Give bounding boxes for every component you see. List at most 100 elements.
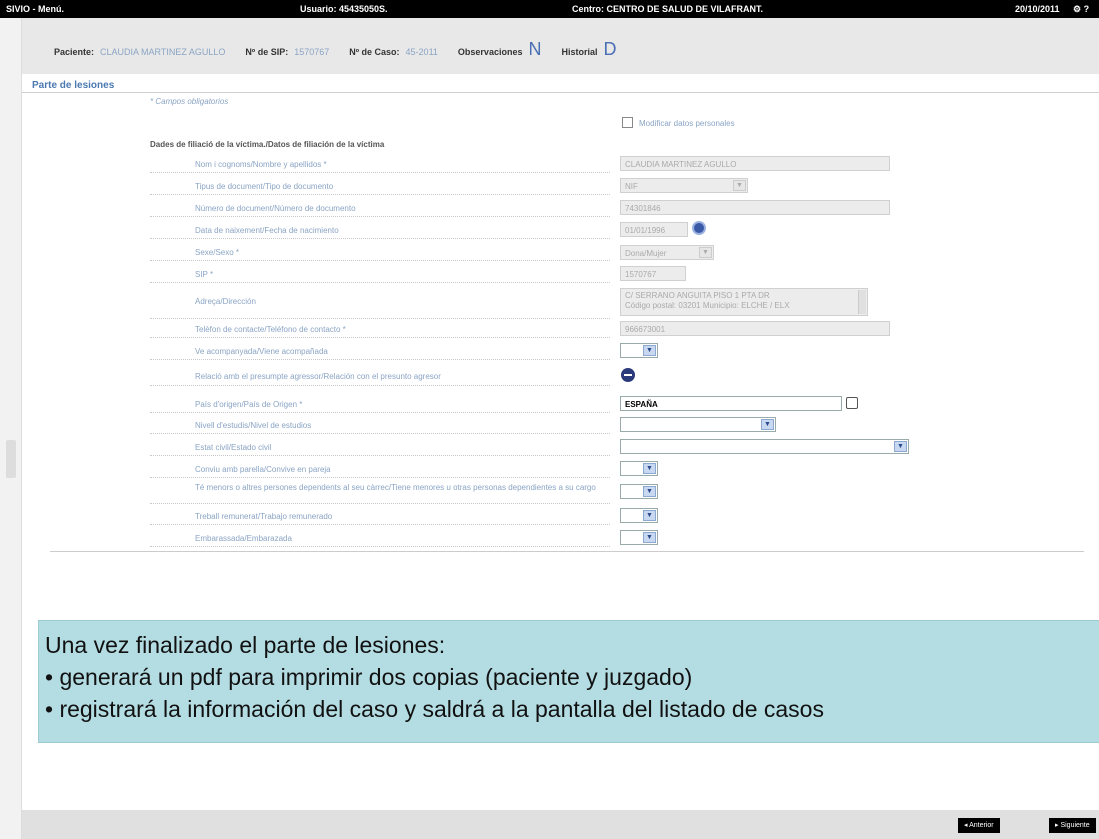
field-label: Relació amb el presumpte agressor/Relaci… — [195, 372, 441, 381]
address-line-2: Código postal: 03201 Municipio: ELCHE / … — [625, 301, 790, 310]
form-row: Tipus de document/Tipo de documento — [150, 177, 610, 195]
form-row: Nom i cognoms/Nombre y apellidos * — [150, 155, 610, 173]
callout-line: • registrará la información del caso y s… — [45, 696, 824, 722]
address-scrollbar[interactable] — [858, 290, 866, 314]
form-row: SIP * — [150, 265, 610, 283]
field-label: Treball remunerat/Trabajo remunerado — [195, 512, 333, 521]
observations-label: Observaciones — [457, 47, 523, 57]
history-icon[interactable]: D — [603, 40, 616, 58]
field-label: Nivell d'estudis/Nivel de estudios — [195, 421, 312, 430]
observations-icon[interactable]: N — [528, 40, 541, 58]
modify-personal-data-label: Modificar datos personales — [639, 119, 735, 128]
chevron-down-icon: ▼ — [761, 419, 774, 430]
form-row: Treball remunerat/Trabajo remunerado — [150, 507, 610, 525]
field-label: SIP * — [195, 270, 214, 279]
sip-value: 1570767 — [294, 47, 330, 57]
chevron-down-icon: ▼ — [643, 532, 656, 543]
patient-header: Paciente: CLAUDIA MARTINEZ AGULLO Nº de … — [22, 18, 1099, 74]
field-label: Estat civil/Estado civil — [195, 443, 272, 452]
instruction-callout: Una vez finalizado el parte de lesiones:… — [38, 620, 1099, 743]
chevron-down-icon: ▼ — [643, 345, 656, 356]
sip-label: Nº de SIP: — [245, 47, 289, 57]
lives-with-partner-select[interactable]: ▼ — [620, 461, 658, 476]
phone-field[interactable]: 966673001 — [620, 321, 890, 336]
dependents-select[interactable]: ▼ — [620, 484, 658, 499]
form-row: Estat civil/Estado civil — [150, 438, 610, 456]
name-field[interactable]: CLAUDIA MARTINEZ AGULLO — [620, 156, 890, 171]
settings-help-icons[interactable]: ⚙ ? — [1073, 4, 1089, 15]
form-row: Relació amb el presumpte agressor/Relaci… — [150, 364, 610, 386]
form-row: Ve acompanyada/Viene acompañada — [150, 342, 610, 360]
field-label: Sexe/Sexo * — [195, 248, 240, 257]
field-label: Telèfon de contacte/Teléfono de contacto… — [195, 325, 346, 334]
sex-select[interactable]: Dona/Mujer ▼ — [620, 245, 714, 260]
field-label: Embarassada/Embarazada — [195, 534, 292, 543]
required-note: * Campos obligatorios — [150, 97, 229, 106]
chevron-down-icon: ▼ — [643, 463, 656, 474]
callout-line: Una vez finalizado el parte de lesiones: — [45, 632, 446, 658]
calendar-icon[interactable] — [692, 221, 706, 235]
field-label: Té menors o altres persones dependents a… — [195, 483, 596, 492]
field-label: Número de document/Número de documento — [195, 204, 356, 213]
user-label: Usuario: 45435050S. — [300, 4, 388, 14]
patient-label: Paciente: — [54, 47, 95, 57]
field-label: Ve acompanyada/Viene acompañada — [195, 347, 328, 356]
bottom-bar: ◂ Anterior ▸ Siguiente — [22, 810, 1099, 839]
accompanied-select[interactable]: ▼ — [620, 343, 658, 358]
top-bar: SIVIO - Menú. Usuario: 45435050S. Centro… — [0, 0, 1099, 18]
section-title: Parte de lesiones — [32, 80, 115, 91]
left-border — [0, 18, 22, 839]
field-label: País d'origen/País de Origen * — [195, 400, 303, 409]
country-lookup-button[interactable] — [846, 397, 858, 409]
studies-select[interactable]: ▼ — [620, 417, 776, 432]
case-value: 45-2011 — [405, 47, 438, 57]
chevron-down-icon: ▼ — [894, 441, 907, 452]
country-field[interactable]: ESPAÑA — [620, 396, 842, 411]
field-label: Tipus de document/Tipo de documento — [195, 182, 334, 191]
form-row: País d'origen/País de Origen * — [150, 395, 610, 413]
section-divider — [22, 92, 1099, 93]
form-row: Adreça/Dirección — [150, 287, 610, 319]
sex-value: Dona/Mujer — [625, 249, 667, 258]
center-label: Centro: CENTRO DE SALUD DE VILAFRANT. — [572, 4, 763, 14]
field-label: Conviu amb parella/Convive en pareja — [195, 465, 331, 474]
field-label: Nom i cognoms/Nombre y apellidos * — [195, 160, 327, 169]
previous-button[interactable]: ◂ Anterior — [958, 818, 1000, 833]
pregnant-select[interactable]: ▼ — [620, 530, 658, 545]
patient-name: CLAUDIA MARTINEZ AGULLO — [100, 47, 226, 57]
form-row: Sexe/Sexo * — [150, 243, 610, 261]
address-field[interactable]: C/ SERRANO ANGUITA PISO 1 PTA DR Código … — [620, 288, 868, 316]
chevron-down-icon: ▼ — [699, 247, 712, 258]
menu-link[interactable]: SIVIO - Menú. — [6, 4, 64, 14]
form-row: Té menors o altres persones dependents a… — [150, 480, 610, 504]
chevron-down-icon: ▼ — [643, 510, 656, 521]
form-row: Número de document/Número de documento — [150, 199, 610, 217]
paid-work-select[interactable]: ▼ — [620, 508, 658, 523]
date-label: 20/10/2011 — [1015, 4, 1060, 14]
next-button[interactable]: ▸ Siguiente — [1049, 818, 1096, 833]
chevron-down-icon: ▼ — [733, 180, 746, 191]
chevron-down-icon: ▼ — [643, 486, 656, 497]
minus-circle-icon[interactable] — [621, 368, 635, 382]
document-type-value: NIF — [625, 182, 638, 191]
group-title: Dades de filiació de la víctima./Datos d… — [150, 140, 385, 149]
history-label: Historial — [561, 47, 598, 57]
field-label: Data de naixement/Fecha de nacimiento — [195, 226, 339, 235]
form-row: Conviu amb parella/Convive en pareja — [150, 460, 610, 478]
form-row: Embarassada/Embarazada — [150, 529, 610, 547]
address-line-1: C/ SERRANO ANGUITA PISO 1 PTA DR — [625, 291, 770, 300]
modify-personal-data-checkbox[interactable] — [622, 117, 633, 128]
field-label: Adreça/Dirección — [195, 297, 256, 306]
form-row: Nivell d'estudis/Nivel de estudios — [150, 416, 610, 434]
sip-field[interactable]: 1570767 — [620, 266, 686, 281]
birth-date-field[interactable]: 01/01/1996 — [620, 222, 688, 237]
form-row: Data de naixement/Fecha de nacimiento — [150, 221, 610, 239]
document-number-field[interactable]: 74301846 — [620, 200, 890, 215]
civil-status-select[interactable]: ▼ — [620, 439, 909, 454]
document-type-select[interactable]: NIF ▼ — [620, 178, 748, 193]
callout-line: • generará un pdf para imprimir dos copi… — [45, 664, 693, 690]
collapse-handle[interactable] — [6, 440, 16, 478]
form-row: Telèfon de contacte/Teléfono de contacto… — [150, 320, 610, 338]
form-divider — [50, 551, 1084, 552]
case-label: Nº de Caso: — [349, 47, 400, 57]
